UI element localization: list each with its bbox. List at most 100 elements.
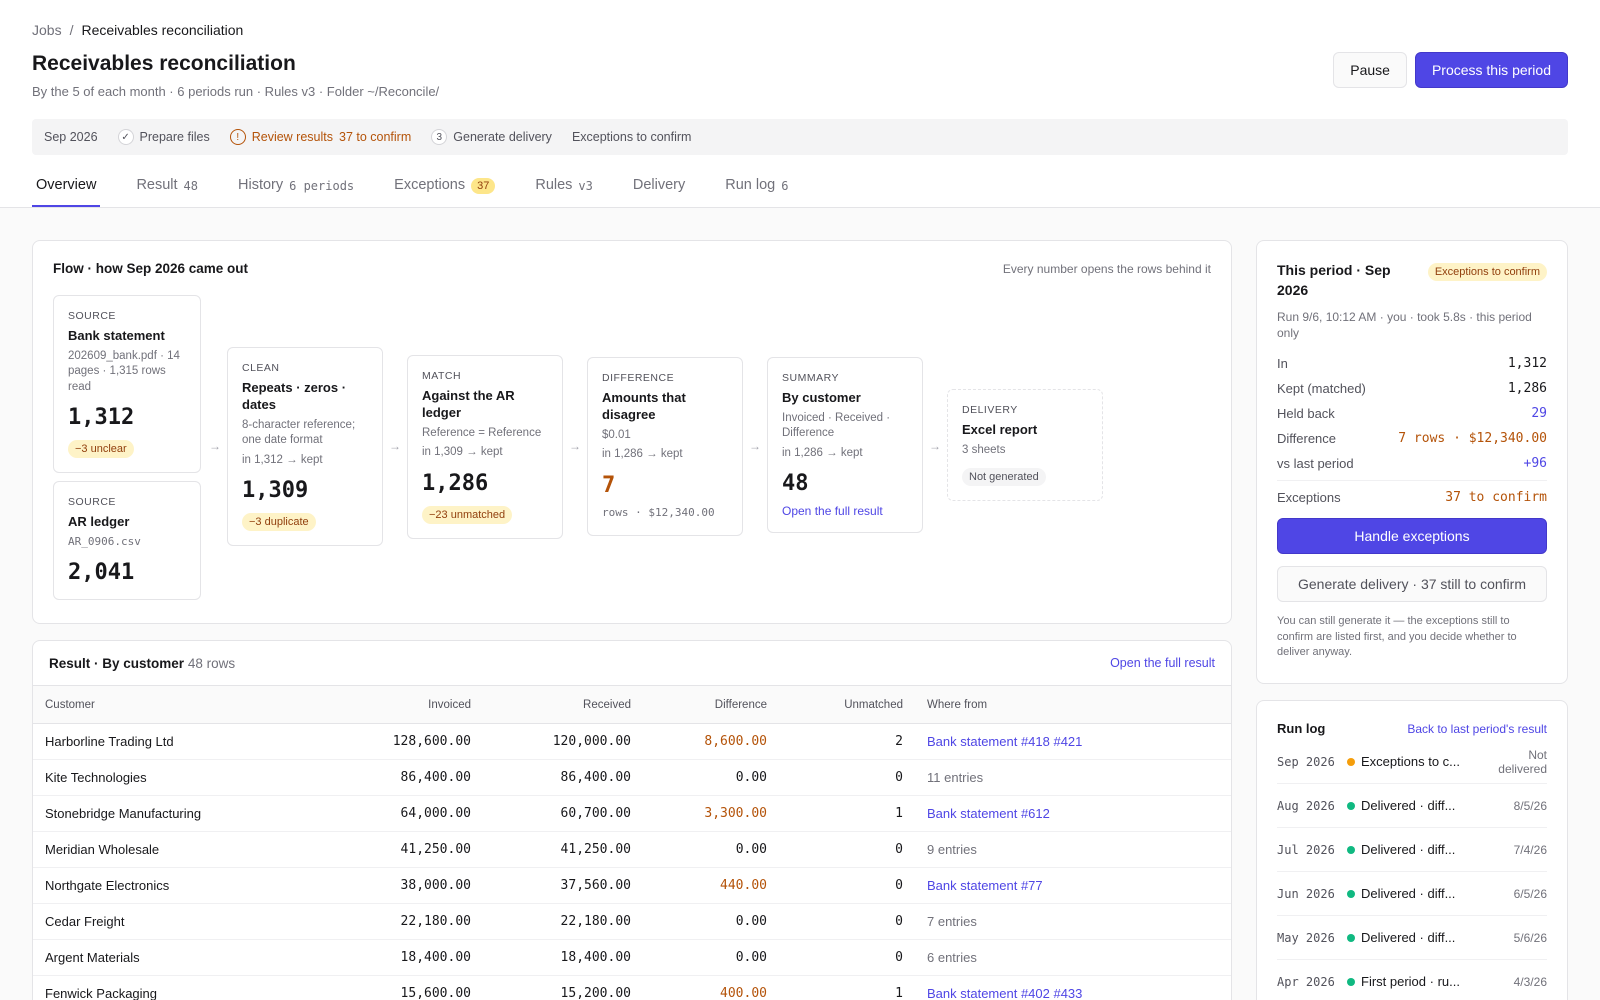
tab-run-log[interactable]: Run log 6 <box>721 173 792 207</box>
node-clean[interactable]: CLEAN Repeats · zeros · dates 8-characte… <box>227 347 383 547</box>
node-value[interactable]: 2,041 <box>68 560 186 585</box>
cell-customer: Harborline Trading Ltd <box>33 723 333 760</box>
table-row[interactable]: Harborline Trading Ltd 128,600.00 120,000.… <box>33 723 1231 760</box>
stat-in[interactable]: In 1,312 <box>1277 351 1547 376</box>
node-value[interactable]: 1,309 <box>242 478 368 503</box>
table-header-row: Customer Invoiced Received Difference Un… <box>33 685 1231 724</box>
cell-where-from[interactable]: Bank statement #402 #433 <box>915 975 1231 1000</box>
cell-where-from[interactable]: Bank statement #77 <box>915 867 1231 904</box>
run-log-title: Run log <box>1277 721 1326 736</box>
column-header[interactable]: Invoiced <box>333 685 483 724</box>
column-header[interactable]: Customer <box>33 685 333 724</box>
column-header[interactable]: Difference <box>643 685 779 724</box>
node-name: Amounts that disagree <box>602 390 686 422</box>
cell-unmatched: 0 <box>779 831 915 868</box>
status-dot-icon <box>1347 889 1355 898</box>
run-log-label: Delivered · diff... <box>1361 886 1456 901</box>
step-review-results[interactable]: ! Review results 37 to confirm <box>229 129 412 145</box>
table-row[interactable]: Fenwick Packaging 15,600.00 15,200.00 400.0… <box>33 975 1231 1000</box>
table-row[interactable]: Kite Technologies 86,400.00 86,400.00 0.00 0… <box>33 759 1231 796</box>
result-card: Result · By customer 48 rows Open the fu… <box>32 640 1232 1000</box>
tab-result[interactable]: Result 48 <box>132 173 202 207</box>
stat-value: 1,286 <box>1507 381 1547 397</box>
stat-difference[interactable]: Difference 7 rows · $12,340.00 <box>1277 426 1547 451</box>
cell-where-from[interactable]: Bank statement #612 <box>915 795 1231 832</box>
stat-held-back[interactable]: Held back 29 <box>1277 401 1547 426</box>
run-log-item[interactable]: Apr 2026 First period · ru... 4/3/26 <box>1277 960 1547 1000</box>
stat-vs-last[interactable]: vs last period +96 <box>1277 451 1547 476</box>
cell-received: 37,560.00 <box>483 867 643 904</box>
node-value[interactable]: 48 <box>782 471 908 496</box>
open-full-result-link[interactable]: Open the full result <box>1110 656 1215 670</box>
node-summary[interactable]: SUMMARY By customer Invoiced · Received … <box>767 357 923 534</box>
handle-exceptions-button[interactable]: Handle exceptions <box>1277 518 1547 555</box>
table-row[interactable]: Meridian Wholesale 41,250.00 41,250.00 0.00… <box>33 831 1231 868</box>
cell-received: 15,200.00 <box>483 975 643 1000</box>
table-row[interactable]: Northgate Electronics 38,000.00 37,560.00 4… <box>33 867 1231 904</box>
run-log-item[interactable]: Jul 2026 Delivered · diff... 7/4/26 <box>1277 828 1547 872</box>
node-badge[interactable]: −3 unclear <box>68 440 134 459</box>
step-prepare-files[interactable]: ✓ Prepare files <box>117 129 210 145</box>
node-ar-ledger[interactable]: SOURCE AR ledger AR_0906.csv 2,041 <box>53 481 201 600</box>
cell-where-from: 9 entries <box>915 831 1231 868</box>
table-row[interactable]: Cedar Freight 22,180.00 22,180.00 0.00 0 7 en… <box>33 903 1231 940</box>
breadcrumb-jobs-link[interactable]: Jobs <box>32 22 62 38</box>
cell-difference: 8,600.00 <box>643 723 779 760</box>
stat-exceptions[interactable]: Exceptions 37 to confirm <box>1277 485 1547 510</box>
node-badge[interactable]: −23 unmatched <box>422 505 513 524</box>
node-badge[interactable]: −3 duplicate <box>242 513 316 532</box>
cell-customer: Kite Technologies <box>33 759 333 796</box>
run-log-item[interactable]: Aug 2026 Delivered · diff... 8/5/26 <box>1277 784 1547 828</box>
stat-value: 29 <box>1531 406 1547 422</box>
node-difference[interactable]: DIFFERENCE Amounts that disagree $0.01 i… <box>587 357 743 536</box>
stat-value: 37 to confirm <box>1445 490 1547 506</box>
run-log-item[interactable]: Sep 2026 Exceptions to c... Not delivered <box>1277 740 1547 784</box>
table-row[interactable]: Argent Materials 18,400.00 18,400.00 0.00 0 6… <box>33 939 1231 976</box>
column-header[interactable]: Unmatched <box>779 685 915 724</box>
result-table-body: Harborline Trading Ltd 128,600.00 120,000.… <box>33 723 1231 1000</box>
tab-rules[interactable]: Rules v3 <box>531 173 597 207</box>
cell-unmatched: 0 <box>779 939 915 976</box>
process-period-button[interactable]: Process this period <box>1414 52 1568 88</box>
column-header[interactable]: Where from <box>915 685 1231 724</box>
cell-invoiced: 22,180.00 <box>333 903 483 940</box>
node-flow: in 1,309 → kept <box>422 446 503 459</box>
node-name: Bank statement <box>68 328 165 343</box>
node-value[interactable]: 7 <box>602 473 728 498</box>
run-log-item[interactable]: Jun 2026 Delivered · diff... 6/5/26 <box>1277 872 1547 916</box>
tab-overview[interactable]: Overview <box>32 173 101 207</box>
node-delivery[interactable]: DELIVERY Excel report 3 sheets Not gener… <box>947 389 1103 502</box>
column-header[interactable]: Received <box>483 685 643 724</box>
tab-history[interactable]: History 6 periods <box>234 173 358 207</box>
run-log-date: Sep 2026 <box>1277 754 1335 769</box>
tab-delivery[interactable]: Delivery <box>629 173 689 207</box>
arrow-right-icon: → <box>929 439 941 453</box>
step-review-count: 37 to confirm <box>339 130 412 144</box>
arrow-right-icon: → <box>389 439 401 453</box>
cell-invoiced: 18,400.00 <box>333 939 483 976</box>
cell-invoiced: 64,000.00 <box>333 795 483 832</box>
tab-count: v3 <box>578 179 593 193</box>
tab-exceptions[interactable]: Exceptions 37 <box>390 173 499 207</box>
back-to-last-period-link[interactable]: Back to last period's result <box>1407 722 1547 736</box>
run-log-item[interactable]: May 2026 Delivered · diff... 5/6/26 <box>1277 916 1547 960</box>
table-row[interactable]: Stonebridge Manufacturing 64,000.00 60,700… <box>33 795 1231 832</box>
node-name: AR ledger <box>68 514 130 529</box>
open-full-result-link[interactable]: Open the full result <box>782 504 908 518</box>
node-match[interactable]: MATCH Against the AR ledger Reference = … <box>407 355 563 539</box>
stat-value: 1,312 <box>1507 356 1547 372</box>
arrow-right-icon: → <box>749 439 761 453</box>
node-bank-statement[interactable]: SOURCE Bank statement 202609_bank.pdf · … <box>53 295 201 474</box>
generate-delivery-button[interactable]: Generate delivery · 37 still to confirm <box>1277 566 1547 603</box>
period-header: This period · Sep 2026 Exceptions to con… <box>1277 261 1547 300</box>
stat-kept[interactable]: Kept (matched) 1,286 <box>1277 376 1547 401</box>
node-value[interactable]: 1,312 <box>68 405 186 430</box>
cell-received: 60,700.00 <box>483 795 643 832</box>
period-title: This period · Sep 2026 <box>1277 262 1391 298</box>
node-value[interactable]: 1,286 <box>422 471 548 496</box>
pause-button[interactable]: Pause <box>1333 52 1407 88</box>
step-generate-delivery[interactable]: 3 Generate delivery <box>431 129 552 145</box>
status-dot-icon <box>1347 801 1355 810</box>
run-log-date: May 2026 <box>1277 930 1335 945</box>
cell-where-from[interactable]: Bank statement #418 #421 <box>915 723 1231 760</box>
